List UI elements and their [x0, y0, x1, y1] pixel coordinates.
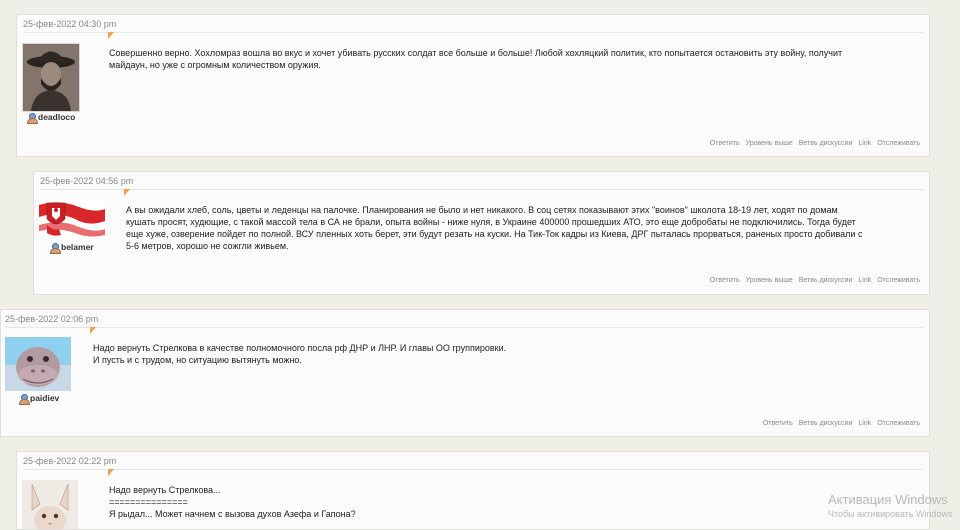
username[interactable]: deadloco [27, 112, 75, 124]
comment-pointer-icon [108, 32, 114, 39]
reply-link[interactable]: Ответить [710, 140, 740, 147]
avatar[interactable] [5, 337, 71, 391]
user-profile-icon[interactable] [19, 393, 30, 405]
avatar[interactable] [22, 480, 78, 529]
watermark-subtitle: Чтобы активировать Windows [828, 509, 953, 519]
reply-link[interactable]: Ответить [763, 420, 793, 427]
comment-line: Совершенно верно. Хохломраз вошла во вку… [109, 48, 843, 58]
comment-date: 25-фев-2022 02:22 pm [23, 456, 117, 466]
comment-line: Я рыдал... Может начнем с вызова духов А… [109, 509, 356, 519]
watermark-title: Активация Windows [828, 492, 948, 507]
comment-header-divider [23, 469, 923, 470]
avatar[interactable] [22, 43, 80, 112]
comment-line: майдаун, но уже с огромным количеством о… [109, 60, 321, 70]
track-link[interactable]: Отслеживать [877, 277, 920, 284]
username[interactable]: paidiev [19, 393, 59, 405]
thread-link[interactable]: Ветвь дискуссии [799, 420, 853, 427]
avatar-cowboy-icon [23, 44, 79, 111]
comment-pointer-icon [108, 469, 114, 476]
user-profile-icon[interactable] [50, 242, 61, 254]
thread-link[interactable]: Ветвь дискуссии [799, 140, 853, 147]
comment-line: А вы ожидали хлеб, соль, цветы и леденцы… [126, 205, 838, 215]
comment-line: =============== [109, 497, 188, 507]
comment-date: 25-фев-2022 04:56 pm [40, 176, 134, 186]
comment-actions: Ответить Уровень выше Ветвь дискуссии Li… [706, 140, 920, 147]
comment-header-divider [23, 32, 923, 33]
avatar[interactable] [39, 199, 105, 240]
comment-body: Совершенно верно. Хохломраз вошла во вку… [109, 47, 921, 71]
permalink[interactable]: Link [858, 140, 871, 147]
comment-header-divider [40, 189, 924, 190]
reply-link[interactable]: Ответить [710, 277, 740, 284]
track-link[interactable]: Отслеживать [877, 420, 920, 427]
comment-2: 25-фев-2022 04:56 pm belamer А вы ожидал… [33, 171, 930, 295]
avatar-cat-icon [22, 480, 78, 529]
comment-4: 25-фев-2022 02:22 pm Надо вернуть Стрелк… [16, 451, 930, 530]
track-link[interactable]: Отслеживать [877, 140, 920, 147]
parent-link[interactable]: Уровень выше [746, 277, 793, 284]
comment-line: Надо вернуть Стрелкова в качестве полном… [93, 343, 507, 353]
comment-actions: Ответить Ветвь дискуссии Link Отслеживат… [759, 420, 920, 427]
comment-line: еще хуже, озверение пойдет по полной. ВС… [126, 229, 863, 239]
comment-body: Надо вернуть Стрелкова в качестве полном… [93, 342, 913, 366]
comment-header-divider [5, 327, 923, 328]
comment-line: 5-6 метров, хорошо не сожгли живьем. [126, 241, 289, 251]
avatar-hippo-icon [5, 337, 71, 391]
username[interactable]: belamer [50, 242, 94, 254]
avatar-flag-icon [39, 199, 105, 240]
permalink[interactable]: Link [858, 420, 871, 427]
permalink[interactable]: Link [858, 277, 871, 284]
comment-3: 25-фев-2022 02:06 pm paidiev Надо вернут… [0, 309, 930, 437]
username-text[interactable]: deadloco [38, 112, 75, 122]
comment-pointer-icon [124, 189, 130, 196]
comment-date: 25-фев-2022 02:06 pm [5, 314, 99, 324]
username-text[interactable]: paidiev [30, 393, 59, 403]
comment-pointer-icon [90, 327, 96, 334]
comment-line: Надо вернуть Стрелкова... [109, 485, 221, 495]
parent-link[interactable]: Уровень выше [746, 140, 793, 147]
username-text[interactable]: belamer [61, 242, 94, 252]
comment-date: 25-фев-2022 04:30 pm [23, 19, 117, 29]
user-profile-icon[interactable] [27, 112, 38, 124]
comment-actions: Ответить Уровень выше Ветвь дискуссии Li… [706, 277, 920, 284]
comment-body: Надо вернуть Стрелкова... ==============… [109, 484, 809, 520]
windows-activation-watermark: Активация Windows Чтобы активировать Win… [828, 492, 952, 520]
comment-body: А вы ожидали хлеб, соль, цветы и леденцы… [126, 204, 921, 252]
comment-line: кушать просят, худющие, с такой массой т… [126, 217, 856, 227]
comment-line: И пусть и с трудом, но ситуацию вытянуть… [93, 355, 302, 365]
comment-1: 25-фев-2022 04:30 pm deadloco Совершенно… [16, 14, 930, 157]
thread-link[interactable]: Ветвь дискуссии [799, 277, 853, 284]
